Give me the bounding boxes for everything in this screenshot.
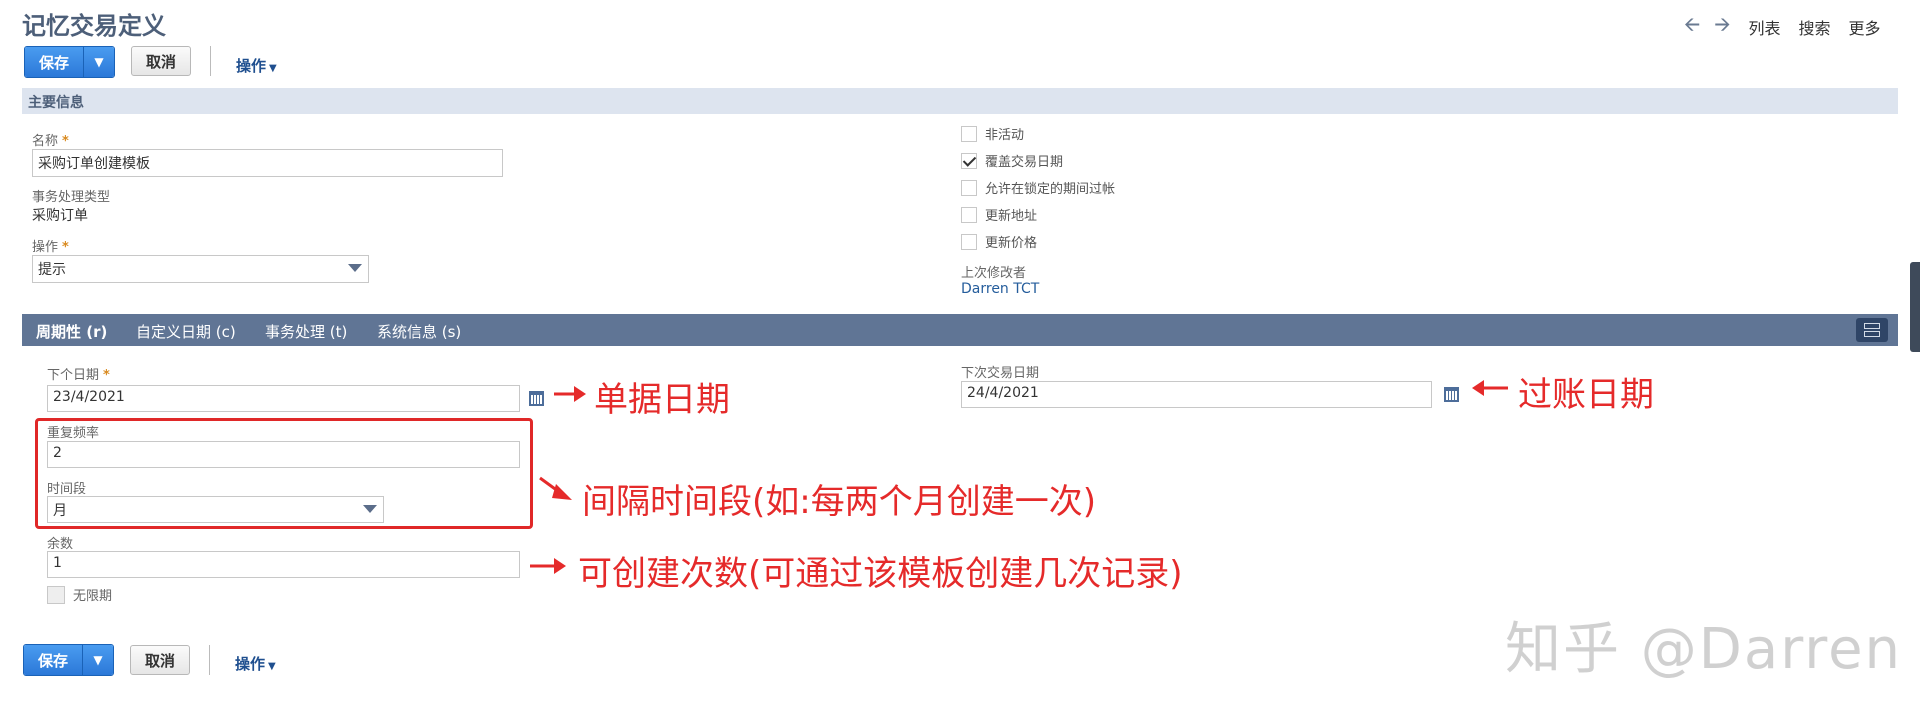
- annotation-posting-date: 过账日期: [1518, 375, 1654, 415]
- toolbar-divider: [210, 46, 211, 76]
- txn-type-label: 事务处理类型: [32, 190, 111, 205]
- save-dropdown-icon[interactable]: ▼: [83, 47, 114, 77]
- action-label: 操作 *: [32, 236, 69, 255]
- frequency-label: 重复频率: [47, 426, 100, 441]
- next-date-label-text: 下个日期: [47, 368, 100, 383]
- action-select-value: 提示: [38, 262, 66, 278]
- save-button[interactable]: 保存: [25, 47, 83, 77]
- checkbox-allow-locked-period[interactable]: 允许在锁定的期间过帐: [961, 178, 1115, 197]
- dropdown-caret-icon: [348, 264, 362, 272]
- main-info-section-header: 主要信息: [22, 88, 1898, 114]
- save-button-group: 保存 ▼: [24, 46, 115, 78]
- cancel-button[interactable]: 取消: [130, 645, 190, 675]
- caret-down-icon: ▼: [268, 661, 276, 672]
- back-arrow-icon[interactable]: 🡨: [1684, 10, 1700, 44]
- bottom-save-button-group: 保存 ▼: [23, 644, 114, 676]
- last-modified-label: 上次修改者: [961, 266, 1027, 281]
- required-asterisk: *: [62, 134, 69, 149]
- save-dropdown-icon[interactable]: ▼: [82, 645, 113, 675]
- period-label: 时间段: [47, 482, 87, 497]
- dropdown-caret-icon: [363, 505, 377, 513]
- last-modified-link[interactable]: Darren TCT: [961, 281, 1039, 297]
- checkbox-box[interactable]: [961, 206, 977, 223]
- actions-menu[interactable]: 操作 ▼: [235, 653, 276, 674]
- checkbox-update-address[interactable]: 更新地址: [961, 205, 1037, 224]
- layout-toggle-icon[interactable]: [1856, 318, 1888, 342]
- arrow-left-icon: [1472, 380, 1508, 396]
- calendar-icon[interactable]: [529, 391, 544, 406]
- annotation-count: 可创建次数(可通过该模板创建几次记录): [578, 554, 1183, 594]
- caret-down-icon: ▼: [269, 63, 277, 74]
- checkbox-box[interactable]: [961, 233, 977, 250]
- required-asterisk: *: [103, 368, 110, 383]
- cancel-button[interactable]: 取消: [131, 46, 191, 76]
- forward-arrow-icon[interactable]: 🡪: [1714, 10, 1730, 44]
- checkbox-label: 更新价格: [985, 236, 1038, 251]
- checkbox-box[interactable]: [47, 585, 65, 604]
- txn-type-value: 采购订单: [32, 208, 88, 224]
- checkbox-box[interactable]: [961, 179, 977, 196]
- next-txn-date-input[interactable]: 24/4/2021: [961, 381, 1432, 408]
- tab-system-info[interactable]: 系统信息 (s): [377, 321, 461, 342]
- actions-menu-label: 操作: [236, 57, 267, 75]
- checkbox-override-date[interactable]: 覆盖交易日期: [961, 151, 1063, 170]
- arrow-right-icon: [554, 386, 586, 402]
- period-select[interactable]: 月: [47, 496, 384, 523]
- tab-recurrence[interactable]: 周期性 (r): [36, 321, 107, 342]
- checkbox-label: 覆盖交易日期: [985, 155, 1064, 170]
- section-title: 主要信息: [28, 95, 84, 111]
- action-label-text: 操作: [32, 240, 59, 255]
- checkbox-box[interactable]: [961, 125, 977, 142]
- checkbox-inactive[interactable]: 非活动: [961, 124, 1024, 143]
- top-nav: 🡨 🡪 列表 搜索 更多: [1684, 10, 1881, 44]
- subtab-bar: 周期性 (r) 自定义日期 (c) 事务处理 (t) 系统信息 (s): [22, 314, 1898, 346]
- remaining-label: 余数: [47, 537, 74, 552]
- actions-menu-label: 操作: [235, 655, 266, 673]
- tab-transactions[interactable]: 事务处理 (t): [265, 321, 347, 342]
- checkbox-label: 非活动: [985, 128, 1025, 143]
- annotation-doc-date: 单据日期: [594, 380, 730, 420]
- nav-search-link[interactable]: 搜索: [1799, 15, 1831, 39]
- checkbox-label: 允许在锁定的期间过帐: [985, 182, 1116, 197]
- checkbox-label: 更新地址: [985, 209, 1038, 224]
- nav-list-link[interactable]: 列表: [1749, 15, 1781, 39]
- period-select-value: 月: [53, 503, 67, 519]
- watermark: 知乎 @Darren: [1505, 617, 1903, 682]
- next-date-input[interactable]: 23/4/2021: [47, 385, 520, 412]
- required-asterisk: *: [62, 240, 69, 255]
- checkbox-box[interactable]: [961, 152, 977, 169]
- name-input[interactable]: 采购订单创建模板: [32, 149, 503, 177]
- frequency-input[interactable]: 2: [47, 441, 520, 468]
- annotation-interval: 间隔时间段(如:每两个月创建一次): [582, 482, 1096, 522]
- calendar-icon[interactable]: [1444, 387, 1459, 402]
- name-label-text: 名称: [32, 134, 59, 149]
- nav-more-link[interactable]: 更多: [1849, 15, 1881, 39]
- checkbox-label: 无限期: [73, 589, 113, 604]
- side-scroll-handle[interactable]: [1910, 262, 1920, 352]
- page-title: 记忆交易定义: [22, 12, 166, 40]
- save-button[interactable]: 保存: [24, 645, 82, 675]
- checkbox-unlimited[interactable]: 无限期: [47, 585, 112, 604]
- next-txn-date-label: 下次交易日期: [961, 366, 1040, 381]
- checkbox-update-price[interactable]: 更新价格: [961, 232, 1037, 251]
- tab-custom-dates[interactable]: 自定义日期 (c): [136, 321, 236, 342]
- remaining-input[interactable]: 1: [47, 551, 520, 578]
- action-select[interactable]: 提示: [32, 255, 369, 283]
- name-label: 名称 *: [32, 130, 69, 149]
- next-date-label: 下个日期 *: [47, 364, 110, 383]
- arrow-down-right-icon: [539, 476, 572, 500]
- actions-menu[interactable]: 操作 ▼: [236, 55, 277, 76]
- toolbar-divider: [209, 645, 210, 675]
- arrow-right-icon: [530, 558, 566, 574]
